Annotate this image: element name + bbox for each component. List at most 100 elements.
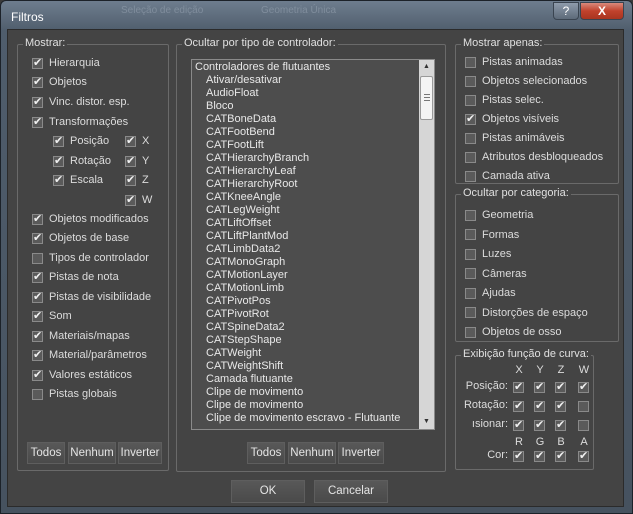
list-item[interactable]: Clipe de movimento [193,399,419,412]
show-option-material-parametros[interactable]: Material/parâmetros [32,347,147,363]
list-item[interactable]: CATLimbData2 [193,243,419,256]
list-item[interactable]: CATHierarchyRoot [193,178,419,191]
checked-checkbox-icon[interactable] [32,75,43,88]
list-item[interactable]: CATKneeAngle [193,191,419,204]
checked-checkbox-icon[interactable] [513,418,524,431]
scroll-thumb[interactable] [420,76,433,120]
axis-option-w[interactable]: W [125,192,152,208]
list-item[interactable]: CATHierarchyBranch [193,152,419,165]
transform-option-escala[interactable]: Escala [53,172,103,188]
unchecked-checkbox-icon[interactable] [465,132,476,144]
unchecked-checkbox-icon[interactable] [32,388,43,400]
checked-checkbox-icon[interactable] [32,290,43,303]
controller-invert-button[interactable]: Inverter [338,442,384,464]
unchecked-checkbox-icon[interactable] [465,170,476,182]
checked-checkbox-icon[interactable] [534,449,545,462]
unchecked-checkbox-icon[interactable] [465,307,476,318]
transform-option-posicao[interactable]: Posição [53,133,109,149]
checked-checkbox-icon[interactable] [32,115,43,128]
hide-category-option-formas[interactable]: Formas [465,227,519,243]
transform-option-rotacao[interactable]: Rotação [53,153,111,169]
list-scrollbar[interactable]: ▲ ▼ [419,60,434,429]
show-option-objetos-modificados[interactable]: Objetos modificados [32,211,149,227]
checked-checkbox-icon[interactable] [32,270,43,283]
show-only-option-pistas-animadas[interactable]: Pistas animadas [465,54,563,70]
controller-type-list[interactable]: Controladores de flutuantes Ativar/desati… [191,59,435,430]
list-group-header[interactable]: Controladores de flutuantes [193,61,419,74]
checked-checkbox-icon[interactable] [513,449,524,462]
checked-checkbox-icon[interactable] [53,173,64,186]
show-only-option-atributos-desbloqueados[interactable]: Atributos desbloqueados [465,149,603,165]
show-only-option-objetos-visiveis[interactable]: Objetos visíveis [465,111,559,127]
list-item[interactable]: CATHierarchyLeaf [193,165,419,178]
checked-checkbox-icon[interactable] [32,329,43,342]
list-item[interactable]: CATWeight [193,347,419,360]
list-item[interactable]: CATMotionLayer [193,269,419,282]
axis-option-y[interactable]: Y [125,153,149,169]
checked-checkbox-icon[interactable] [32,212,43,225]
checked-checkbox-icon[interactable] [534,380,545,393]
list-item[interactable]: CATLegWeight [193,204,419,217]
list-item[interactable]: CATPivotRot [193,308,419,321]
checked-checkbox-icon[interactable] [125,193,136,206]
show-option-pistas-de-nota[interactable]: Pistas de nota [32,269,119,285]
checked-checkbox-icon[interactable] [53,154,64,167]
unchecked-checkbox-icon[interactable] [578,420,589,431]
checked-checkbox-icon[interactable] [513,399,524,412]
checked-checkbox-icon[interactable] [32,348,43,361]
ok-button[interactable]: OK [231,480,305,503]
checked-checkbox-icon[interactable] [125,154,136,167]
close-button[interactable]: X [580,2,624,20]
show-option-materiais-mapas[interactable]: Materiais/mapas [32,328,130,344]
checked-checkbox-icon[interactable] [32,56,43,69]
unchecked-checkbox-icon[interactable] [465,287,476,299]
scroll-up-icon[interactable]: ▲ [419,60,434,74]
unchecked-checkbox-icon[interactable] [465,268,476,279]
unchecked-checkbox-icon[interactable] [465,229,476,240]
unchecked-checkbox-icon[interactable] [465,209,476,221]
controller-none-button[interactable]: Nenhum [288,442,336,464]
list-item[interactable]: CATMonoGraph [193,256,419,269]
list-item[interactable]: CATBoneData [193,113,419,126]
show-option-vinc-distor-esp[interactable]: Vinc. distor. esp. [32,94,130,110]
checked-checkbox-icon[interactable] [578,449,589,462]
axis-option-x[interactable]: X [125,133,149,149]
hide-category-option-luzes[interactable]: Luzes [465,246,511,262]
show-only-option-camada-ativa[interactable]: Camada ativa [465,168,550,184]
show-only-option-pistas-selec[interactable]: Pistas selec. [465,92,544,108]
list-item[interactable]: CATSpineData2 [193,321,419,334]
checked-checkbox-icon[interactable] [555,449,566,462]
list-item[interactable]: AudioFloat [193,87,419,100]
checked-checkbox-icon[interactable] [555,380,566,393]
show-none-button[interactable]: Nenhum [68,442,116,464]
show-option-pistas-globais[interactable]: Pistas globais [32,386,117,402]
checked-checkbox-icon[interactable] [53,134,64,147]
list-item[interactable]: Clipe de movimento [193,386,419,399]
checked-checkbox-icon[interactable] [513,380,524,393]
checked-checkbox-icon[interactable] [534,399,545,412]
checked-checkbox-icon[interactable] [125,173,136,186]
list-item[interactable]: Ativar/desativar [193,74,419,87]
unchecked-checkbox-icon[interactable] [465,75,476,87]
show-only-option-objetos-selecionados[interactable]: Objetos selecionados [465,73,587,89]
hide-category-option-objetos-de-osso[interactable]: Objetos de osso [465,324,562,340]
show-option-som[interactable]: Som [32,308,72,324]
title-bar[interactable]: Filtros Seleção de edição Geometria Únic… [1,1,632,31]
show-option-transformacoes[interactable]: Transformações [32,114,128,130]
show-option-objetos-de-base[interactable]: Objetos de base [32,230,129,246]
axis-option-z[interactable]: Z [125,172,149,188]
checked-checkbox-icon[interactable] [32,231,43,244]
scroll-down-icon[interactable]: ▼ [419,415,434,429]
show-option-objetos[interactable]: Objetos [32,74,87,90]
list-item[interactable]: CATPivotPos [193,295,419,308]
list-item[interactable]: CATLiftPlantMod [193,230,419,243]
show-invert-button[interactable]: Inverter [118,442,162,464]
show-all-button[interactable]: Todos [27,442,65,464]
show-option-pistas-de-visibilidade[interactable]: Pistas de visibilidade [32,289,151,305]
hide-category-option-distorcoes-de-espaco[interactable]: Distorções de espaço [465,305,588,321]
checked-checkbox-icon[interactable] [578,380,589,393]
help-button[interactable]: ? [553,2,579,20]
cancel-button[interactable]: Cancelar [314,480,388,503]
checked-checkbox-icon[interactable] [465,112,476,125]
list-item[interactable]: CATLiftOffset [193,217,419,230]
